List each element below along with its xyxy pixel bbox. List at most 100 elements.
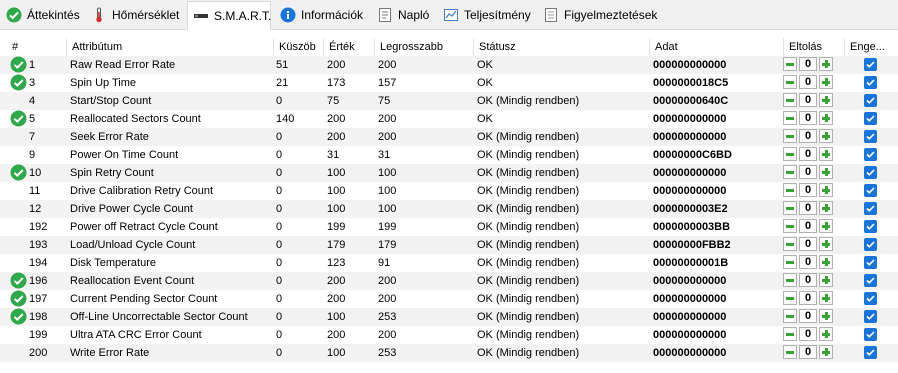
- col-header-threshold[interactable]: Küszöb: [273, 38, 323, 56]
- tab-smart[interactable]: S.M.A.R.T.: [187, 1, 271, 30]
- col-header-enabled[interactable]: Enge...: [844, 38, 898, 56]
- minus-button[interactable]: [783, 255, 797, 269]
- plus-button[interactable]: [819, 309, 833, 323]
- tab-overview[interactable]: Áttekintés: [0, 2, 83, 28]
- minus-button[interactable]: [783, 57, 797, 71]
- plus-button[interactable]: [819, 255, 833, 269]
- minus-button[interactable]: [783, 219, 797, 233]
- table-row[interactable]: 3 Spin Up Time 21 173 157 OK 0000000018C5 0: [0, 74, 898, 92]
- minus-button[interactable]: [783, 309, 797, 323]
- offset-value[interactable]: 0: [799, 219, 817, 233]
- table-row[interactable]: 4 Start/Stop Count 0 75 75 OK (Mindig rendben…: [0, 92, 898, 110]
- tab-info[interactable]: Információk: [274, 2, 368, 28]
- enabled-checkbox[interactable]: [864, 202, 877, 215]
- offset-value[interactable]: 0: [799, 165, 817, 179]
- offset-value[interactable]: 0: [799, 291, 817, 305]
- enabled-checkbox[interactable]: [864, 166, 877, 179]
- col-header-worst[interactable]: Legrosszabb: [374, 38, 473, 56]
- minus-button[interactable]: [783, 327, 797, 341]
- enabled-checkbox[interactable]: [864, 130, 877, 143]
- offset-value[interactable]: 0: [799, 327, 817, 341]
- minus-button[interactable]: [783, 183, 797, 197]
- offset-value[interactable]: 0: [799, 273, 817, 287]
- offset-value[interactable]: 0: [799, 57, 817, 71]
- minus-button[interactable]: [783, 165, 797, 179]
- table-row[interactable]: 193 Load/Unload Cycle Count 0 179 179 OK (Min…: [0, 236, 898, 254]
- enabled-checkbox[interactable]: [864, 76, 877, 89]
- plus-button[interactable]: [819, 345, 833, 359]
- plus-button[interactable]: [819, 57, 833, 71]
- plus-button[interactable]: [819, 327, 833, 341]
- table-row[interactable]: 1 Raw Read Error Rate 51 200 200 OK 0000000000…: [0, 56, 898, 74]
- table-row[interactable]: 9 Power On Time Count 0 31 31 OK (Mindig rend…: [0, 146, 898, 164]
- offset-value[interactable]: 0: [799, 93, 817, 107]
- enabled-checkbox[interactable]: [864, 328, 877, 341]
- minus-button[interactable]: [783, 147, 797, 161]
- enabled-checkbox[interactable]: [864, 58, 877, 71]
- plus-button[interactable]: [819, 75, 833, 89]
- minus-button[interactable]: [783, 93, 797, 107]
- plus-button[interactable]: [819, 111, 833, 125]
- enabled-checkbox[interactable]: [864, 310, 877, 323]
- enabled-checkbox[interactable]: [864, 238, 877, 251]
- enabled-checkbox[interactable]: [864, 346, 877, 359]
- offset-value[interactable]: 0: [799, 129, 817, 143]
- tab-performance[interactable]: Teljesítmény: [437, 2, 534, 28]
- minus-button[interactable]: [783, 273, 797, 287]
- offset-value[interactable]: 0: [799, 183, 817, 197]
- minus-button[interactable]: [783, 291, 797, 305]
- offset-value[interactable]: 0: [799, 237, 817, 251]
- table-row[interactable]: 197 Current Pending Sector Count 0 200 200 OK…: [0, 290, 898, 308]
- table-row[interactable]: 199 Ultra ATA CRC Error Count 0 200 200 OK (M…: [0, 326, 898, 344]
- table-row[interactable]: 200 Write Error Rate 0 100 253 OK (Mindig ren…: [0, 344, 898, 362]
- tab-temperature[interactable]: Hőmérséklet: [85, 2, 186, 28]
- col-header-value[interactable]: Érték: [323, 38, 374, 56]
- plus-button[interactable]: [819, 291, 833, 305]
- enabled-checkbox[interactable]: [864, 112, 877, 125]
- enabled-checkbox[interactable]: [864, 94, 877, 107]
- table-row[interactable]: 196 Reallocation Event Count 0 200 200 OK (Mi…: [0, 272, 898, 290]
- offset-value[interactable]: 0: [799, 147, 817, 161]
- plus-button[interactable]: [819, 219, 833, 233]
- tab-alerts[interactable]: Figyelmeztetések: [537, 2, 663, 28]
- table-row[interactable]: 198 Off-Line Uncorrectable Sector Count 0 1…: [0, 308, 898, 326]
- minus-button[interactable]: [783, 201, 797, 215]
- offset-value[interactable]: 0: [799, 75, 817, 89]
- plus-button[interactable]: [819, 201, 833, 215]
- enabled-checkbox[interactable]: [864, 148, 877, 161]
- offset-value[interactable]: 0: [799, 309, 817, 323]
- table-row[interactable]: 7 Seek Error Rate 0 200 200 OK (Mindig rendbe…: [0, 128, 898, 146]
- minus-button[interactable]: [783, 75, 797, 89]
- offset-value[interactable]: 0: [799, 201, 817, 215]
- minus-button[interactable]: [783, 129, 797, 143]
- col-header-attribute[interactable]: Attribútum: [66, 38, 273, 56]
- col-header-status[interactable]: Státusz: [473, 38, 649, 56]
- enabled-checkbox[interactable]: [864, 184, 877, 197]
- enabled-checkbox[interactable]: [864, 274, 877, 287]
- table-row[interactable]: 5 Reallocated Sectors Count 140 200 200 OK 000…: [0, 110, 898, 128]
- col-header-offset[interactable]: Eltolás: [783, 38, 844, 56]
- offset-value[interactable]: 0: [799, 111, 817, 125]
- table-row[interactable]: 192 Power off Retract Cycle Count 0 199 199 O…: [0, 218, 898, 236]
- enabled-checkbox[interactable]: [864, 256, 877, 269]
- enabled-checkbox[interactable]: [864, 292, 877, 305]
- offset-value[interactable]: 0: [799, 255, 817, 269]
- col-header-data[interactable]: Adat: [649, 38, 783, 56]
- plus-button[interactable]: [819, 147, 833, 161]
- enabled-checkbox[interactable]: [864, 220, 877, 233]
- table-row[interactable]: 194 Disk Temperature 0 123 91 OK (Mindig rend…: [0, 254, 898, 272]
- plus-button[interactable]: [819, 273, 833, 287]
- offset-value[interactable]: 0: [799, 345, 817, 359]
- col-header-id[interactable]: #: [8, 38, 66, 56]
- plus-button[interactable]: [819, 129, 833, 143]
- plus-button[interactable]: [819, 183, 833, 197]
- tab-log[interactable]: Napló: [371, 2, 434, 28]
- table-row[interactable]: 12 Drive Power Cycle Count 0 100 100 OK (Mind…: [0, 200, 898, 218]
- minus-button[interactable]: [783, 111, 797, 125]
- minus-button[interactable]: [783, 237, 797, 251]
- minus-button[interactable]: [783, 345, 797, 359]
- table-row[interactable]: 11 Drive Calibration Retry Count 0 100 100 OK…: [0, 182, 898, 200]
- plus-button[interactable]: [819, 165, 833, 179]
- table-row[interactable]: 10 Spin Retry Count 0 100 100 OK (Mindig rend…: [0, 164, 898, 182]
- plus-button[interactable]: [819, 93, 833, 107]
